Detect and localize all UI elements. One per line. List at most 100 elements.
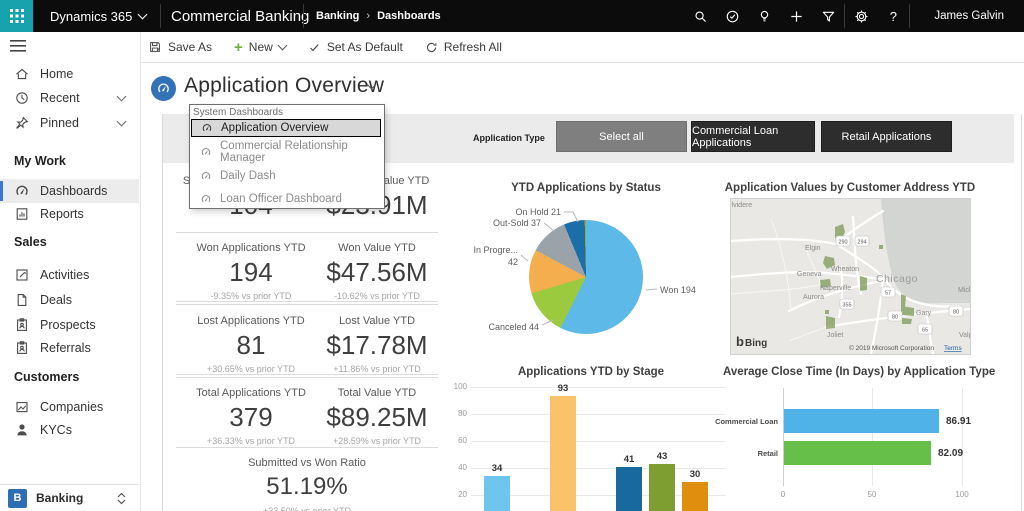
svg-text:b: b xyxy=(736,334,744,349)
app-window: Dynamics 365 Commercial Banking Banking … xyxy=(0,0,1024,511)
chevron-down-icon xyxy=(116,91,127,102)
page-title[interactable]: Application Overview xyxy=(184,74,384,98)
sidebar-item-deals[interactable]: Deals xyxy=(0,288,139,312)
app-launcher-button[interactable] xyxy=(0,0,33,32)
area-label: Banking xyxy=(36,491,84,505)
pie-chart-title: YTD Applications by Status xyxy=(511,182,661,194)
filter-label: Application Type xyxy=(473,133,545,143)
sidebar-item-label: Reports xyxy=(40,207,84,221)
map-attribution: © 2019 Microsoft Corporation xyxy=(849,344,934,352)
activities-icon xyxy=(14,267,30,283)
gridline xyxy=(471,414,726,415)
sidebar-item-prospects[interactable]: Prospects xyxy=(0,313,139,337)
chevron-down-icon xyxy=(277,40,288,51)
gridline xyxy=(872,388,873,486)
new-label: New xyxy=(248,40,273,54)
sidebar-item-referrals[interactable]: Referrals xyxy=(0,336,139,360)
bar-value-label: 86.91 xyxy=(946,416,972,427)
dropdown-item-loan-officer-dashboard[interactable]: Loan Officer Dashboard xyxy=(191,190,381,208)
settings-button[interactable] xyxy=(845,0,877,32)
svg-text:Gary: Gary xyxy=(916,310,932,317)
kpi-divider xyxy=(176,301,438,302)
insights-button[interactable] xyxy=(748,0,780,32)
help-button[interactable]: ? xyxy=(877,0,909,32)
gridline xyxy=(783,388,784,486)
task-check-button[interactable] xyxy=(716,0,748,32)
brand-menu[interactable]: Dynamics 365 xyxy=(50,0,148,32)
new-button[interactable]: + New xyxy=(234,38,288,56)
breadcrumb-page[interactable]: Dashboards xyxy=(377,10,441,22)
kpi-value: 51.19% xyxy=(266,473,348,500)
dropdown-item-label: Daily Dash xyxy=(220,170,276,182)
category-label: Retail xyxy=(757,449,778,458)
top-navigation-bar: Dynamics 365 Commercial Banking Banking … xyxy=(0,0,1024,32)
svg-text:Michigan: Michigan xyxy=(958,287,970,294)
save-as-button[interactable]: Save As xyxy=(148,40,212,54)
kpi-delta: +28.59% vs prior YTD xyxy=(332,436,422,446)
home-icon xyxy=(14,66,30,82)
svg-text:Naperville: Naperville xyxy=(820,285,851,292)
up-down-chevrons-icon xyxy=(116,492,127,505)
filter-button[interactable] xyxy=(812,0,844,32)
sidebar-item-label: Pinned xyxy=(40,116,79,130)
sidebar-item-home[interactable]: Home xyxy=(0,62,139,86)
dropdown-item-label: Application Overview xyxy=(221,122,329,134)
chevron-down-icon xyxy=(137,9,148,20)
svg-text:Elgin: Elgin xyxy=(805,245,821,252)
quick-create-button[interactable] xyxy=(780,0,812,32)
user-menu[interactable]: James Galvin xyxy=(910,10,1024,22)
svg-text:Belvidere: Belvidere xyxy=(731,202,752,209)
circle-check-icon xyxy=(726,10,739,22)
command-bar: Save As + New Set As Default Refresh All xyxy=(140,32,1024,63)
set-as-default-label: Set As Default xyxy=(326,40,403,54)
vertical-scrollbar[interactable] xyxy=(1014,114,1022,511)
kpi-divider xyxy=(176,304,438,305)
svg-text:Aurora: Aurora xyxy=(803,294,824,301)
y-axis-tick: 20 xyxy=(458,490,467,499)
dropdown-header: System Dashboards xyxy=(193,107,284,118)
sidebar-item-recent[interactable]: Recent xyxy=(0,86,139,110)
breadcrumb-section[interactable]: Banking xyxy=(316,10,359,22)
bar-value-label: 82.09 xyxy=(938,448,964,459)
kpi-divider xyxy=(176,374,438,375)
kpi-divider xyxy=(176,377,438,378)
sitemap-toggle-button[interactable] xyxy=(10,40,26,52)
x-axis-tick: 100 xyxy=(955,490,969,499)
topbar-icon-group: ? James Galvin xyxy=(684,0,1024,32)
filter-commercial-loan-button[interactable]: Commercial Loan Applications xyxy=(691,121,815,152)
map-canvas: 290 294 57 355 80 80 65 Belvidere Elgin … xyxy=(731,199,970,354)
sidebar-item-dashboards[interactable]: Dashboards xyxy=(0,179,139,203)
stage-bar-3 xyxy=(616,467,642,511)
dropdown-item-daily-dash[interactable]: Daily Dash xyxy=(191,167,381,185)
area-switcher[interactable]: B Banking xyxy=(0,484,139,511)
app-name: Commercial Banking xyxy=(171,7,310,25)
kpi-value: $89.25M xyxy=(326,402,428,432)
sidebar-item-pinned[interactable]: Pinned xyxy=(0,111,139,135)
filter-retail-button[interactable]: Retail Applications xyxy=(821,121,952,152)
dashboard-title-icon xyxy=(151,76,176,101)
pin-icon xyxy=(14,115,30,131)
sidebar-item-activities[interactable]: Activities xyxy=(0,263,139,287)
dashboard-gauge-icon xyxy=(158,83,169,93)
dropdown-item-application-overview[interactable]: Application Overview xyxy=(191,119,381,137)
sidebar-item-kycs[interactable]: KYCs xyxy=(0,418,139,442)
funnel-icon xyxy=(822,11,835,22)
refresh-all-button[interactable]: Refresh All xyxy=(425,40,502,54)
kpi-divider xyxy=(176,447,438,448)
save-icon xyxy=(150,42,161,52)
sidebar-item-companies[interactable]: Companies xyxy=(0,395,139,419)
kpi-submitted-won-ratio: Submitted vs Won Ratio 51.19% +33.50% vs… xyxy=(207,456,407,511)
plus-icon: + xyxy=(234,38,243,56)
gear-icon xyxy=(855,10,868,22)
filter-select-all-button[interactable]: Select all xyxy=(556,121,687,152)
clipboard-person-icon xyxy=(14,340,30,356)
bing-map[interactable]: 290 294 57 355 80 80 65 Belvidere Elgin … xyxy=(730,198,971,355)
dropdown-item-commercial-relationship-manager[interactable]: Commercial Relationship Manager xyxy=(191,140,381,164)
map-terms-link[interactable]: Terms xyxy=(944,345,962,352)
kpi-delta: +33.50% vs prior YTD xyxy=(262,506,352,511)
clipboard-person-icon xyxy=(14,317,30,333)
set-as-default-button[interactable]: Set As Default xyxy=(308,40,403,54)
sidebar-item-reports[interactable]: Reports xyxy=(0,202,139,226)
search-button[interactable] xyxy=(684,0,716,32)
sidebar-item-label: KYCs xyxy=(40,423,72,437)
